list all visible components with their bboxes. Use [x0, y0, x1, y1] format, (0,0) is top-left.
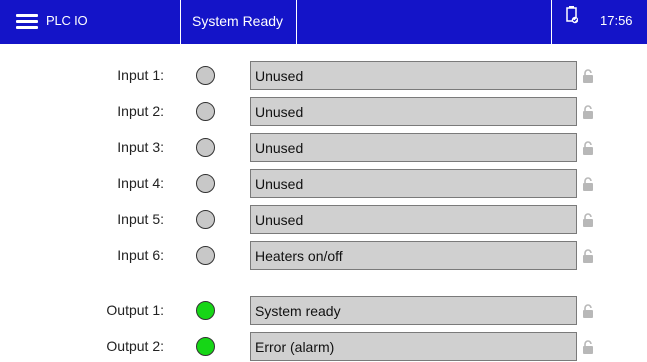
header-divider: [551, 0, 552, 44]
input-description-field[interactable]: Unused: [250, 97, 577, 126]
app-title: PLC IO: [46, 13, 88, 28]
output-status-led: [196, 301, 215, 320]
input-row: Input 1: Unused: [0, 61, 647, 91]
output-label: Output 2:: [106, 338, 164, 354]
input-label: Input 3:: [117, 139, 164, 155]
input-label: Input 2:: [117, 103, 164, 119]
lock-icon[interactable]: [582, 304, 594, 318]
output-row: Output 1: System ready: [0, 296, 647, 326]
input-status-led: [196, 210, 215, 229]
lock-icon[interactable]: [582, 141, 594, 155]
lock-icon[interactable]: [582, 69, 594, 83]
battery-check-icon: [566, 6, 578, 24]
header-divider: [296, 0, 297, 44]
output-description-field[interactable]: Error (alarm): [250, 332, 577, 361]
output-row: Output 2: Error (alarm): [0, 332, 647, 362]
input-description-field[interactable]: Unused: [250, 61, 577, 90]
output-status-led: [196, 337, 215, 356]
input-description-field[interactable]: Unused: [250, 169, 577, 198]
input-description-field[interactable]: Unused: [250, 205, 577, 234]
input-label: Input 6:: [117, 247, 164, 263]
input-row: Input 3: Unused: [0, 133, 647, 163]
input-description-field[interactable]: Unused: [250, 133, 577, 162]
input-row: Input 6: Heaters on/off: [0, 241, 647, 271]
lock-icon[interactable]: [582, 340, 594, 354]
input-label: Input 4:: [117, 175, 164, 191]
lock-icon[interactable]: [582, 177, 594, 191]
lock-icon[interactable]: [582, 105, 594, 119]
input-description-field[interactable]: Heaters on/off: [250, 241, 577, 270]
header-divider: [180, 0, 181, 44]
input-status-led: [196, 246, 215, 265]
input-row: Input 4: Unused: [0, 169, 647, 199]
menu-button[interactable]: PLC IO: [0, 0, 180, 44]
system-status: System Ready: [192, 13, 284, 29]
output-description-field[interactable]: System ready: [250, 296, 577, 325]
input-row: Input 2: Unused: [0, 97, 647, 127]
input-row: Input 5: Unused: [0, 205, 647, 235]
output-label: Output 1:: [106, 302, 164, 318]
hamburger-menu-icon[interactable]: [16, 14, 38, 30]
lock-icon[interactable]: [582, 249, 594, 263]
input-status-led: [196, 138, 215, 157]
top-bar: PLC IO System Ready 17:56: [0, 0, 647, 44]
input-label: Input 5:: [117, 211, 164, 227]
input-status-led: [196, 174, 215, 193]
clock: 17:56: [600, 13, 633, 28]
input-label: Input 1:: [117, 67, 164, 83]
input-status-led: [196, 102, 215, 121]
input-status-led: [196, 66, 215, 85]
lock-icon[interactable]: [582, 213, 594, 227]
